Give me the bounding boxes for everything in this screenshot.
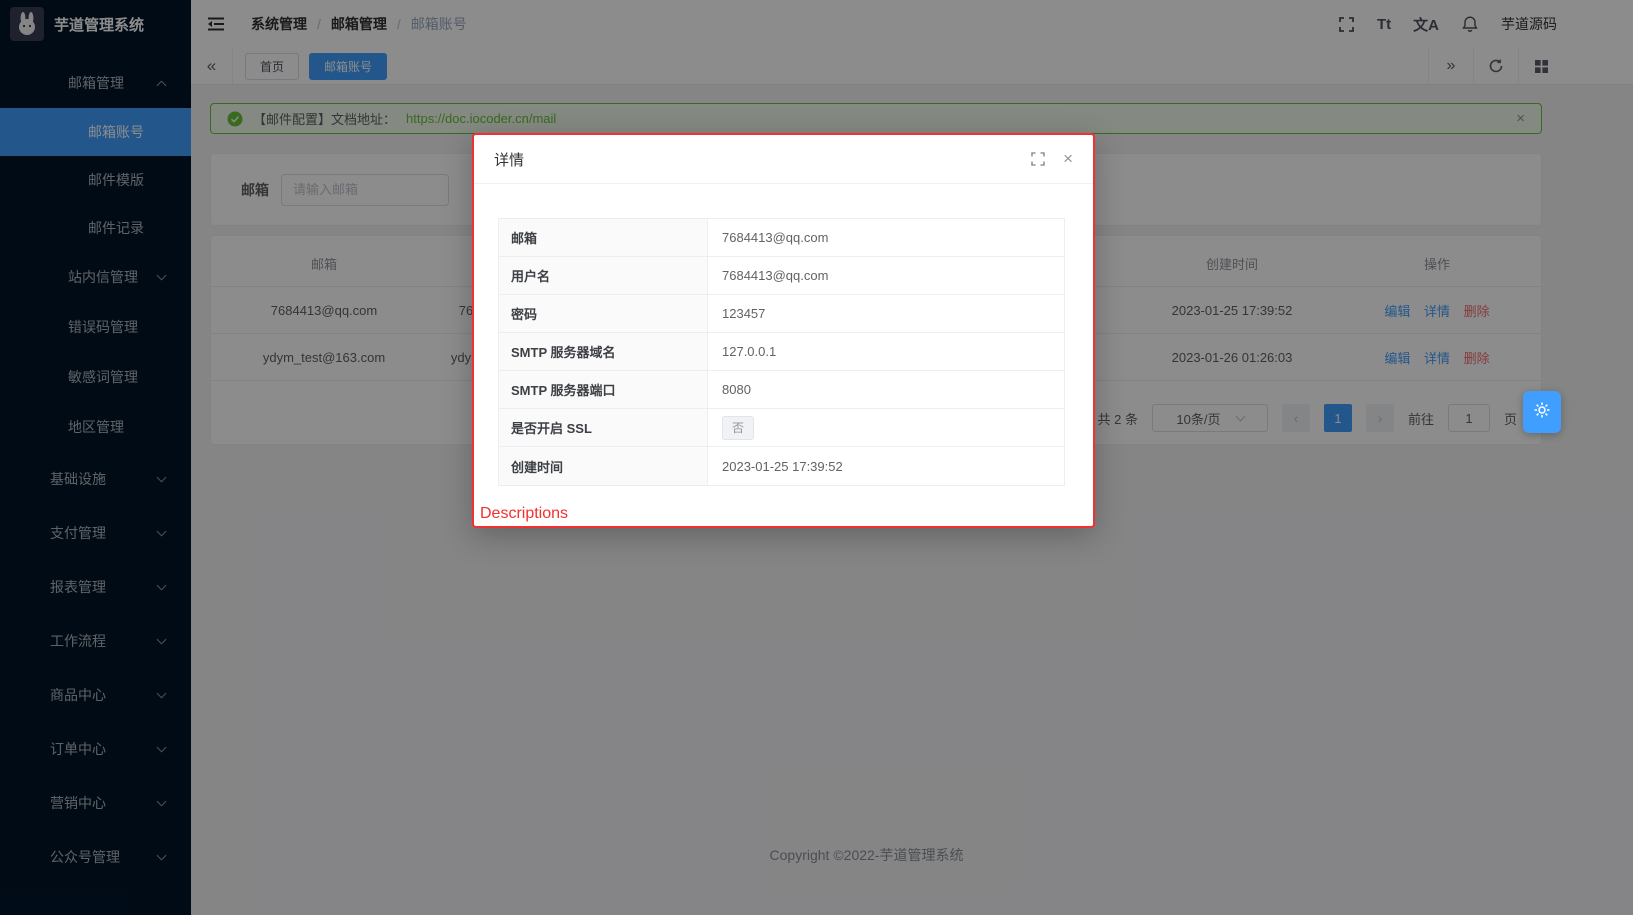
desc-row-mail: 邮箱 7684413@qq.com [499,219,1064,257]
dialog-body: 邮箱 7684413@qq.com 用户名 7684413@qq.com 密码 … [474,184,1093,486]
dialog-fullscreen-icon[interactable] [1031,152,1045,166]
descriptions-table: 邮箱 7684413@qq.com 用户名 7684413@qq.com 密码 … [498,218,1065,486]
desc-row-password: 密码 123457 [499,295,1064,333]
ssl-status-tag: 否 [722,416,754,440]
detail-dialog: 详情 × 邮箱 7684413@qq.com 用户名 7684413@qq.co… [472,133,1095,528]
app-root: 芋道管理系统 邮箱管理 邮箱账号 邮件模版 邮件记录 站内信管理 错误码管理 [0,0,1633,915]
desc-row-smtp-domain: SMTP 服务器域名 127.0.0.1 [499,333,1064,371]
dialog-header: 详情 × [474,135,1093,184]
desc-row-username: 用户名 7684413@qq.com [499,257,1064,295]
dialog-close-icon[interactable]: × [1063,149,1073,169]
desc-row-ssl: 是否开启 SSL 否 [499,409,1064,447]
desc-row-created: 创建时间 2023-01-25 17:39:52 [499,447,1064,485]
settings-gear-button[interactable] [1523,391,1561,433]
gear-icon [1532,400,1552,425]
desc-row-smtp-port: SMTP 服务器端口 8080 [499,371,1064,409]
dialog-header-actions: × [1031,149,1073,169]
dialog-title: 详情 [494,149,524,170]
inspector-component-label: Descriptions [480,505,568,523]
